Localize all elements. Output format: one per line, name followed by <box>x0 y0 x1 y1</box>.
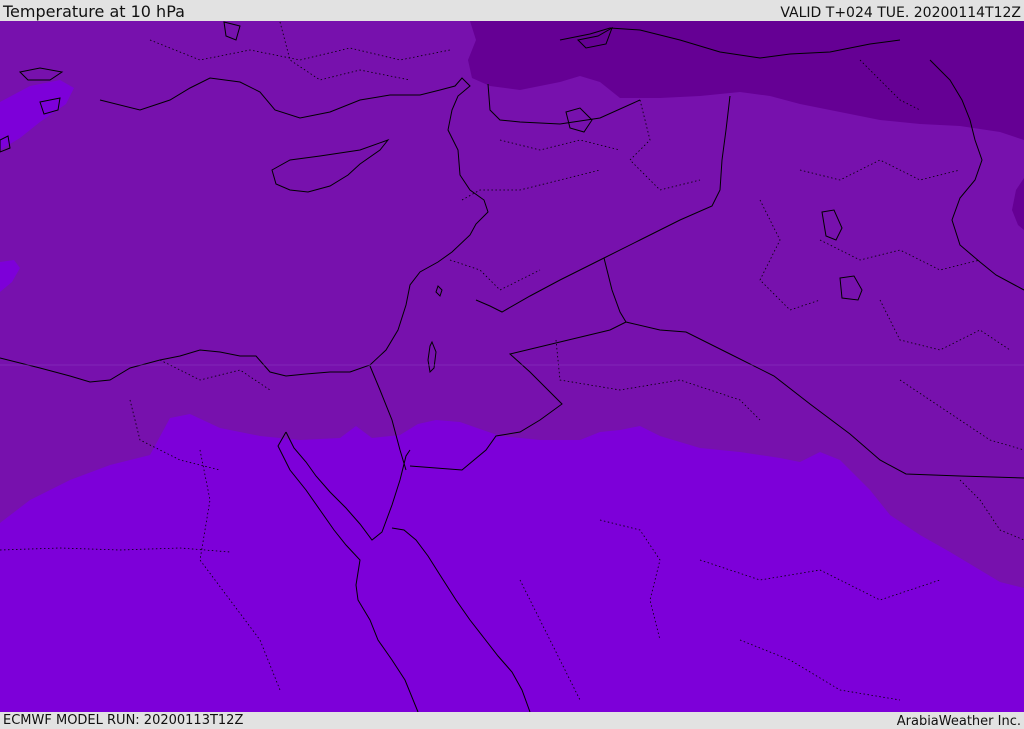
map-canvas <box>0 21 1024 712</box>
map-title: Temperature at 10 hPa <box>3 2 185 21</box>
header-bar: Temperature at 10 hPa VALID T+024 TUE. 2… <box>0 0 1024 21</box>
footer-bar: ECMWF MODEL RUN: 20200113T12Z ArabiaWeat… <box>0 712 1024 729</box>
map-page: Temperature at 10 hPa VALID T+024 TUE. 2… <box>0 0 1024 729</box>
temperature-map <box>0 21 1024 712</box>
model-run-label: ECMWF MODEL RUN: 20200113T12Z <box>3 713 244 728</box>
credit-label: ArabiaWeather Inc. <box>896 714 1021 729</box>
valid-time-label: VALID T+024 TUE. 20200114T12Z <box>780 5 1021 21</box>
